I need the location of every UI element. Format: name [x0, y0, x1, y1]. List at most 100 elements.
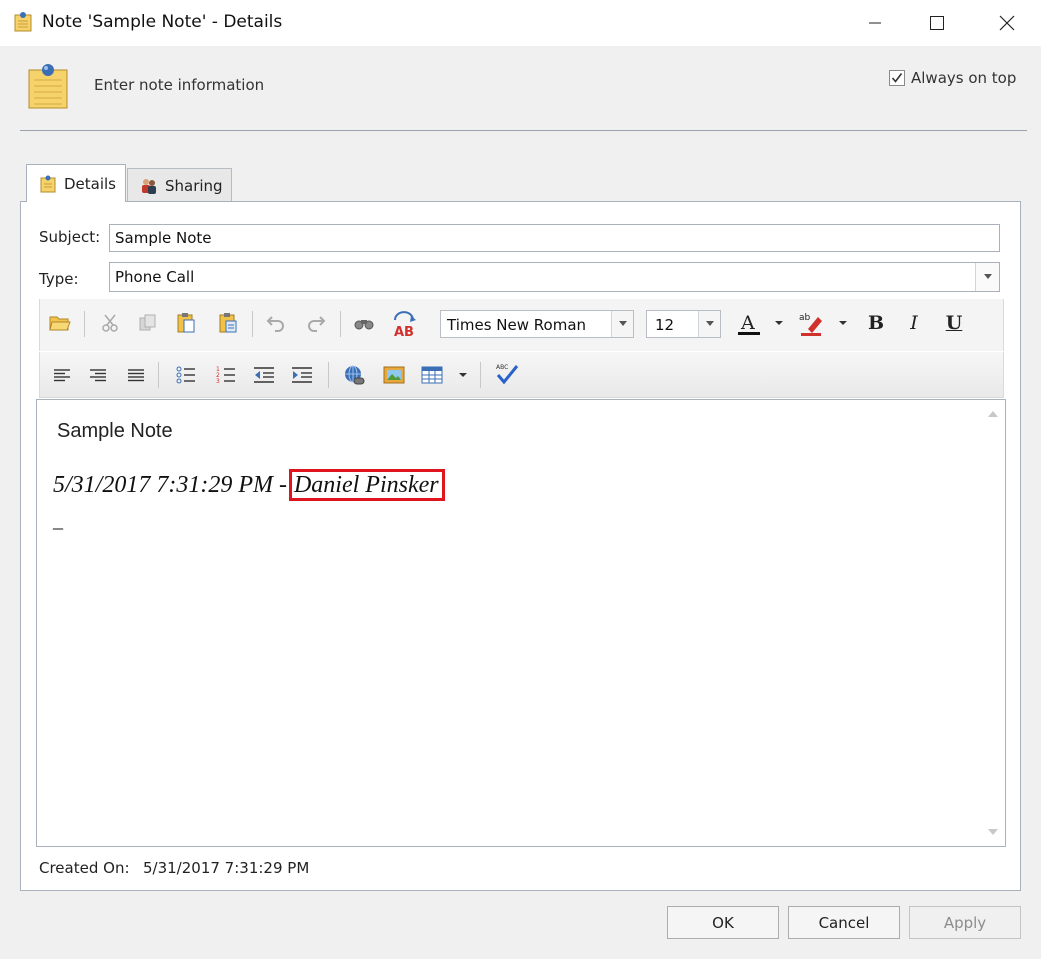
decrease-indent-button[interactable] — [252, 363, 276, 387]
open-file-button[interactable] — [48, 311, 72, 335]
svg-text:ABC: ABC — [496, 364, 508, 371]
ok-button[interactable]: OK — [667, 906, 779, 939]
window-title: Note 'Sample Note' - Details — [42, 12, 283, 32]
paste-button[interactable] — [174, 311, 198, 335]
insert-image-button[interactable] — [382, 363, 406, 387]
indent-icon — [292, 367, 312, 383]
close-button[interactable] — [984, 0, 1030, 46]
maximize-button[interactable] — [914, 0, 960, 46]
cut-button[interactable] — [98, 311, 122, 335]
minimize-button[interactable] — [852, 0, 898, 46]
outdent-icon — [254, 367, 274, 383]
toolbar-separator — [84, 311, 85, 337]
apply-button[interactable]: Apply — [909, 906, 1021, 939]
title-bar: Note 'Sample Note' - Details — [0, 0, 1041, 46]
text-cursor: _ — [53, 510, 63, 532]
type-dropdown-button[interactable] — [975, 263, 999, 291]
bullet-list-button[interactable] — [174, 363, 198, 387]
paste-special-icon — [219, 313, 237, 333]
checkbox-box[interactable] — [889, 70, 905, 86]
align-left-icon — [54, 369, 70, 382]
note-author-highlighted: Daniel Pinsker — [288, 469, 445, 501]
scroll-up-icon[interactable] — [987, 410, 999, 418]
align-right-button[interactable] — [86, 363, 110, 387]
insert-table-dropdown[interactable] — [458, 363, 468, 387]
subject-input[interactable] — [109, 224, 1000, 252]
chevron-down-icon — [983, 274, 992, 279]
tab-details[interactable]: Details — [26, 164, 126, 202]
redo-button[interactable] — [304, 311, 328, 335]
note-icon — [14, 12, 32, 32]
formatting-toolbar: AB Times New Roman 12 A ab B I U — [39, 299, 1004, 351]
subject-label: Subject: — [39, 228, 101, 246]
close-icon — [999, 15, 1015, 31]
insert-hyperlink-button[interactable] — [342, 363, 366, 387]
font-size-value: 12 — [655, 316, 675, 334]
font-color-dropdown[interactable] — [774, 311, 784, 335]
always-on-top-checkbox[interactable]: Always on top — [889, 69, 1016, 87]
toolbar-separator — [252, 311, 253, 337]
caret-down-icon — [775, 320, 783, 325]
created-on-label: Created On: — [39, 859, 130, 877]
highlight-button[interactable]: ab — [798, 309, 826, 337]
font-family-dropdown-button[interactable] — [611, 311, 633, 337]
scroll-down-icon[interactable] — [987, 828, 999, 836]
spell-check-button[interactable]: ABC — [494, 361, 520, 387]
toolbar-separator — [328, 362, 329, 388]
svg-text:ab: ab — [799, 313, 811, 323]
header-description: Enter note information — [94, 76, 265, 94]
note-icon — [40, 175, 56, 192]
align-right-icon — [90, 369, 106, 382]
chevron-down-icon — [618, 321, 627, 326]
always-on-top-label: Always on top — [911, 69, 1017, 87]
italic-button[interactable]: I — [902, 310, 926, 336]
note-editor[interactable]: Sample Note 5/31/2017 7:31:29 PM - Daniel… — [36, 399, 1006, 847]
caret-down-icon — [459, 372, 467, 377]
numbered-list-icon: 123 — [216, 366, 235, 384]
find-button[interactable] — [352, 311, 376, 335]
copy-button[interactable] — [136, 311, 160, 335]
numbered-list-button[interactable]: 123 — [214, 363, 238, 387]
table-icon — [421, 366, 443, 384]
cancel-button[interactable]: Cancel — [788, 906, 900, 939]
type-label: Type: — [39, 270, 79, 288]
highlight-dropdown[interactable] — [838, 311, 848, 335]
binoculars-icon — [354, 320, 374, 330]
font-family-select[interactable]: Times New Roman — [440, 310, 634, 338]
tab-sharing[interactable]: Sharing — [127, 168, 232, 202]
redo-icon — [308, 316, 326, 332]
paste-icon — [177, 313, 195, 333]
increase-indent-button[interactable] — [290, 363, 314, 387]
checkmark-icon — [891, 73, 903, 83]
editor-vertical-scrollbar[interactable] — [981, 400, 1005, 846]
maximize-icon — [930, 16, 944, 30]
font-size-select[interactable]: 12 — [646, 310, 721, 338]
font-color-button[interactable]: A — [736, 311, 762, 337]
header-divider — [20, 130, 1027, 131]
scissors-icon — [102, 314, 118, 332]
copy-icon — [139, 314, 156, 331]
font-color-icon: A — [738, 312, 760, 335]
type-select[interactable]: Phone Call — [109, 262, 1000, 292]
align-left-button[interactable] — [50, 363, 74, 387]
details-panel: Subject: Type: Phone Call — [20, 201, 1021, 891]
replace-icon: AB — [394, 311, 416, 338]
replace-button[interactable]: AB — [390, 309, 420, 339]
undo-icon — [266, 316, 284, 332]
globe-link-icon — [345, 365, 365, 385]
paragraph-toolbar: 123 ABC — [39, 352, 1004, 398]
bold-button[interactable]: B — [864, 310, 888, 336]
svg-text:3: 3 — [216, 378, 220, 384]
font-size-dropdown-button[interactable] — [698, 311, 720, 337]
justify-button[interactable] — [124, 363, 148, 387]
users-icon — [142, 178, 156, 194]
chevron-down-icon — [705, 321, 714, 326]
toolbar-separator — [480, 362, 481, 388]
undo-button[interactable] — [264, 311, 288, 335]
insert-table-button[interactable] — [420, 363, 444, 387]
font-color-letter: A — [740, 312, 755, 334]
underline-button[interactable]: U — [942, 310, 966, 336]
type-value: Phone Call — [115, 268, 195, 286]
paste-special-button[interactable] — [216, 311, 240, 335]
created-on-value: 5/31/2017 7:31:29 PM — [143, 859, 310, 877]
